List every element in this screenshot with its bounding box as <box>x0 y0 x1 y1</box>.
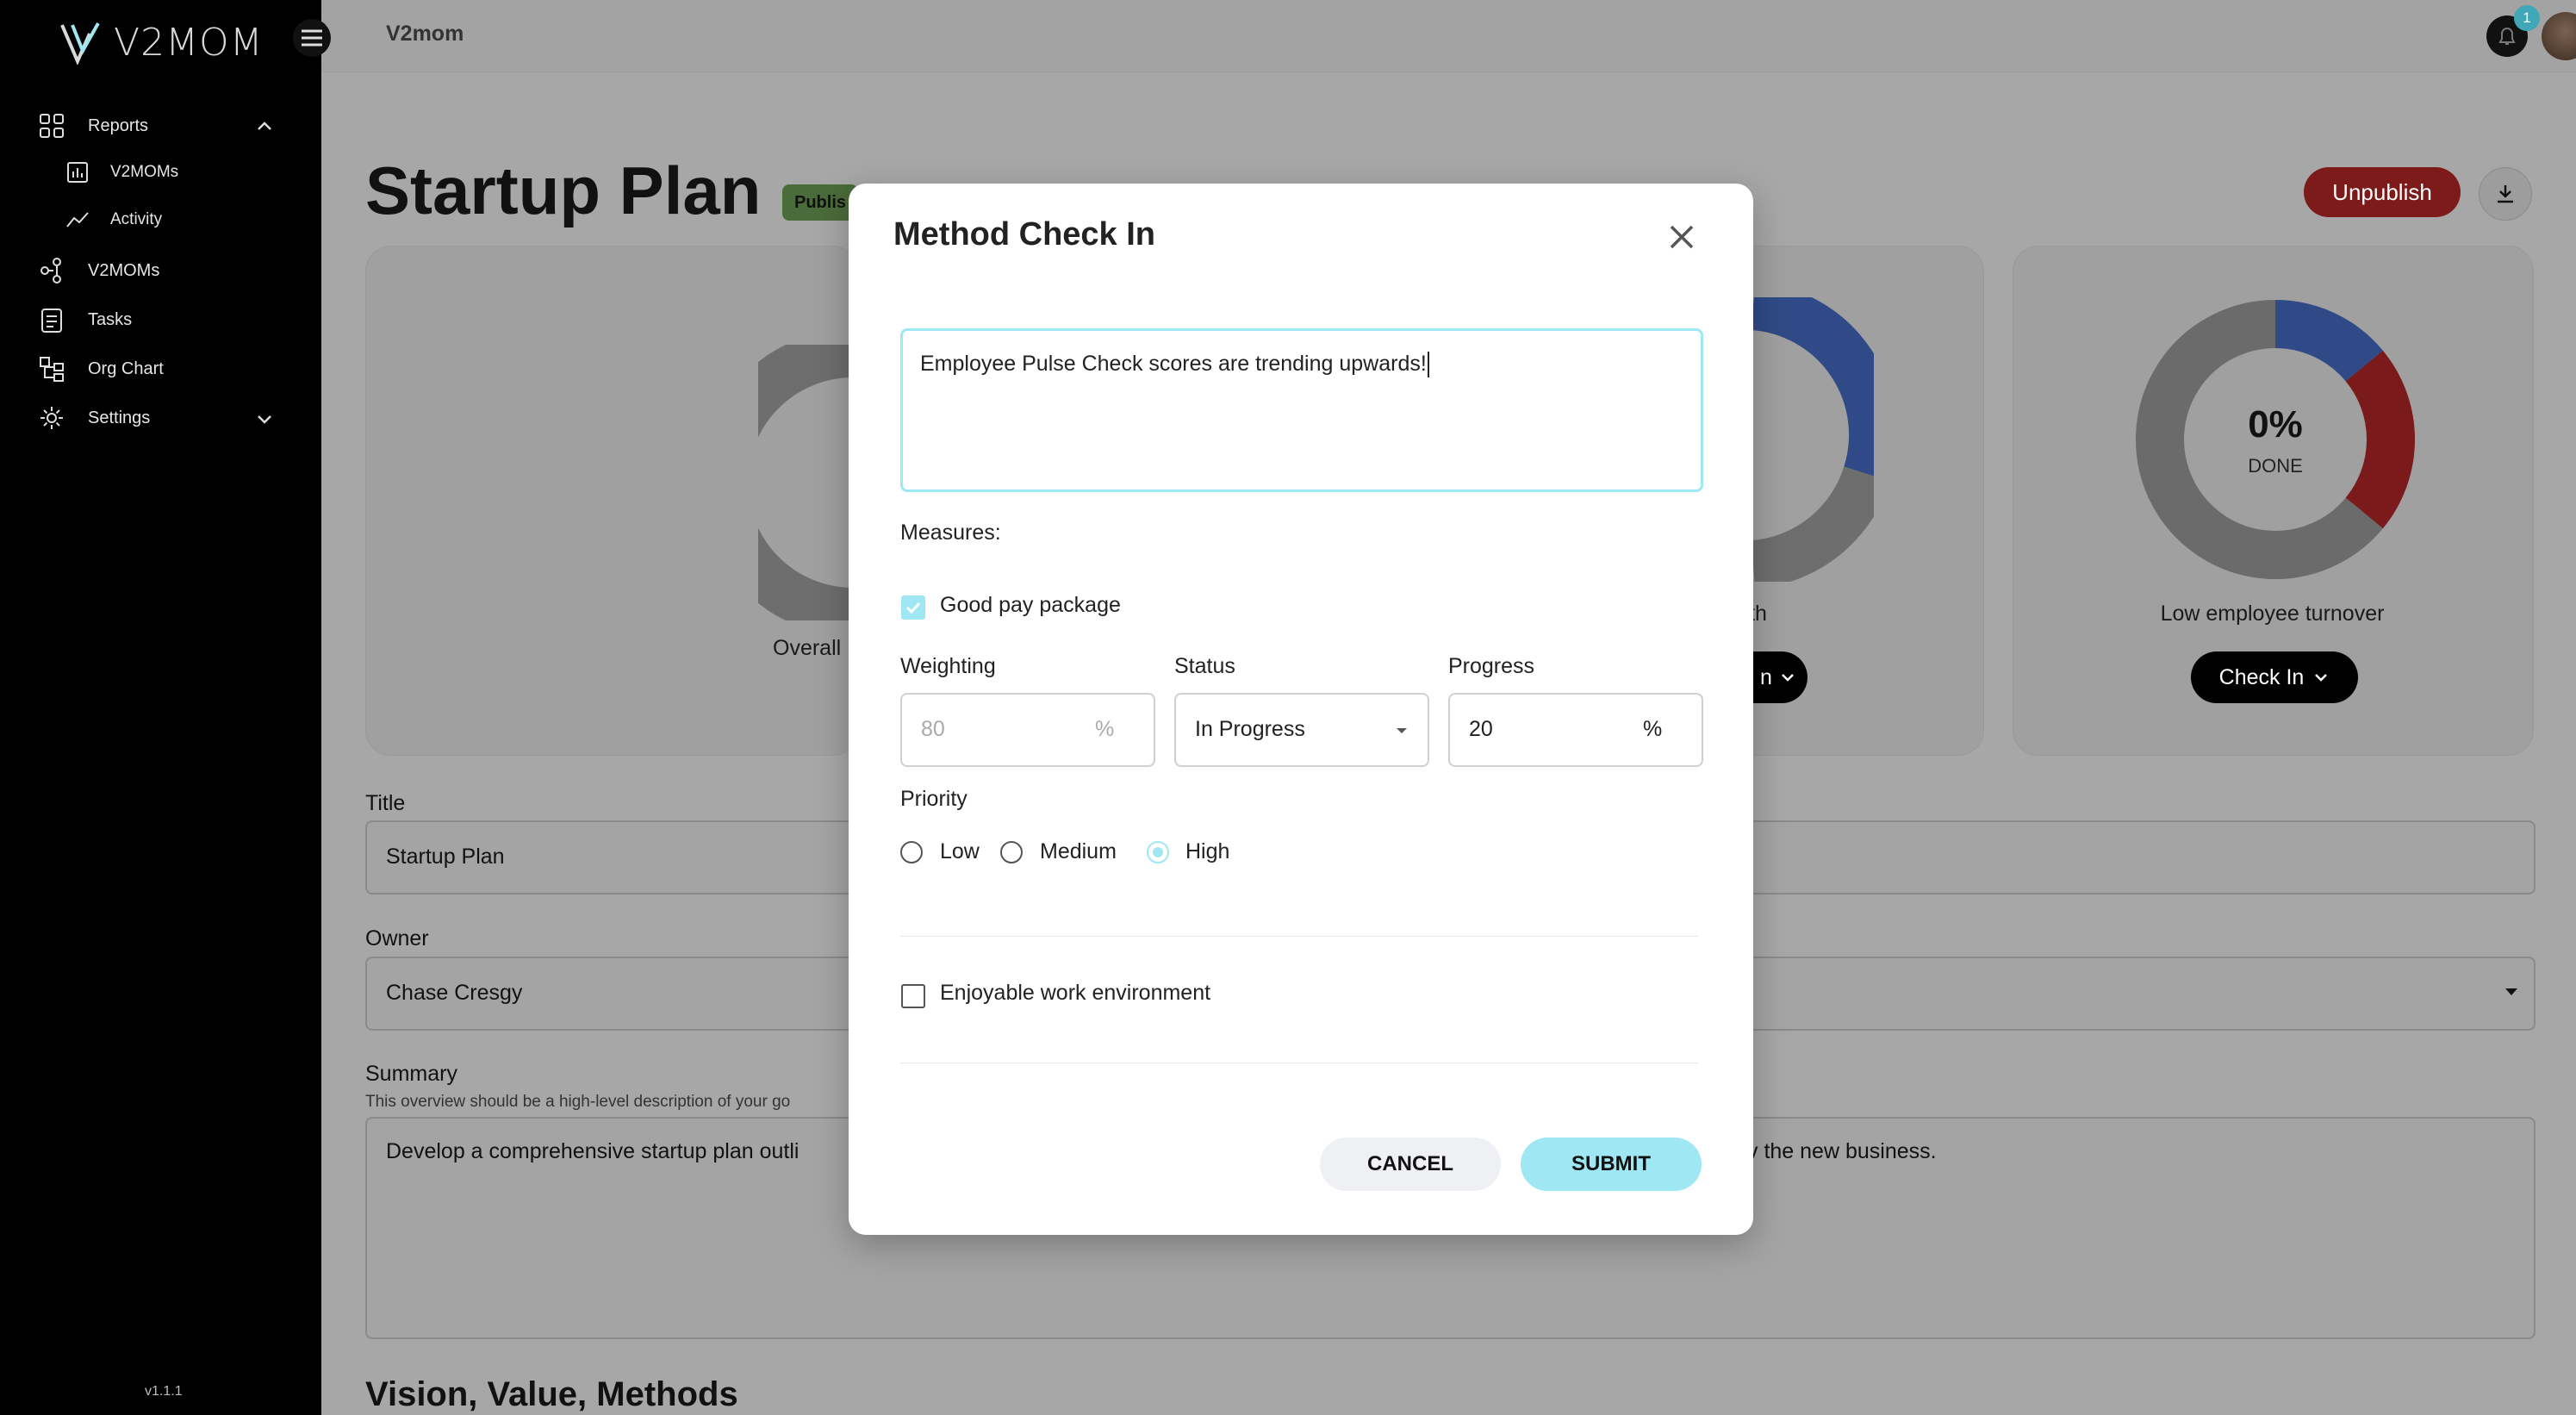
summary-value: Develop a comprehensive startup plan out… <box>386 1139 800 1163</box>
enjoyable-work-environment-checkbox[interactable] <box>901 984 925 1008</box>
divider <box>900 936 1698 937</box>
app-version: v1.1.1 <box>145 1384 183 1399</box>
dropdown-arrow-icon <box>2505 988 2517 995</box>
status-label: Status <box>1174 654 1235 678</box>
check-in-button-growth[interactable]: n <box>1749 651 1808 703</box>
hamburger-icon <box>302 29 322 47</box>
check-in-button-turnover[interactable]: Check In <box>2191 651 2358 703</box>
priority-label: Priority <box>900 787 968 811</box>
check-icon <box>905 602 921 614</box>
good-pay-package-checkbox[interactable] <box>901 595 925 620</box>
weighting-value: 80 <box>921 717 945 741</box>
priority-medium-label: Medium <box>1040 839 1117 863</box>
summary-help-text: This overview should be a high-level des… <box>365 1093 791 1111</box>
priority-low-label: Low <box>940 839 980 863</box>
sidebar-item-settings[interactable]: Settings <box>38 404 150 432</box>
status-select[interactable]: In Progress <box>1174 693 1429 767</box>
gauge-percent: 0% <box>2248 403 2303 446</box>
hamburger-menu-button[interactable] <box>293 19 331 57</box>
org-chart-icon <box>40 357 64 382</box>
logo-icon <box>60 22 100 65</box>
dropdown-arrow-icon <box>1397 728 1407 733</box>
status-value: In Progress <box>1195 717 1305 741</box>
priority-high-radio[interactable] <box>1147 841 1169 863</box>
chevron-down-icon[interactable] <box>255 409 274 428</box>
sidebar-item-label: Activity <box>110 210 163 228</box>
sidebar-item-label: V2MOMs <box>110 163 179 181</box>
owner-label: Owner <box>365 926 429 951</box>
sidebar-item-label: Reports <box>88 115 149 135</box>
gauge-chart-overall <box>758 345 853 620</box>
priority-high-label: High <box>1185 839 1230 863</box>
top-bar <box>321 0 2576 72</box>
summary-value-end: v the new business. <box>1747 1139 1937 1163</box>
message-value: Employee Pulse Check scores are trending… <box>920 352 1427 376</box>
bar-chart-icon <box>67 162 88 183</box>
check-in-message-textarea[interactable]: Employee Pulse Check scores are trending… <box>900 328 1703 492</box>
hierarchy-icon <box>40 258 61 284</box>
priority-medium-radio[interactable] <box>1000 841 1023 863</box>
trend-line-icon <box>66 212 89 228</box>
download-button[interactable] <box>2479 167 2532 221</box>
progress-input[interactable]: 20 % <box>1448 693 1703 767</box>
chevron-up-icon[interactable] <box>255 117 274 136</box>
breadcrumb[interactable]: V2mom <box>386 22 464 47</box>
sidebar-item-label: Org Chart <box>88 358 164 378</box>
page-title: Startup Plan <box>365 153 762 228</box>
logo-text: V2MOM <box>114 21 264 65</box>
modal-title: Method Check In <box>893 216 1156 252</box>
enjoyable-work-environment-label: Enjoyable work environment <box>940 981 1211 1005</box>
chevron-down-icon <box>1782 674 1794 682</box>
title-label: Title <box>365 791 406 815</box>
sidebar-item-tasks[interactable]: Tasks <box>38 306 132 333</box>
grid-icon <box>40 114 64 138</box>
close-icon[interactable] <box>1663 218 1701 256</box>
unpublish-button[interactable]: Unpublish <box>2304 167 2461 217</box>
progress-value: 20 <box>1469 717 1493 741</box>
gauge-chart-growth <box>1753 297 1874 582</box>
progress-label: Progress <box>1448 654 1535 678</box>
check-in-message-text: Employee Pulse Check scores are trending… <box>920 352 1429 378</box>
sidebar-item-label: Settings <box>88 408 151 427</box>
sidebar-item-activity[interactable]: Activity <box>65 208 162 232</box>
check-in-label: Check In <box>2218 664 2305 689</box>
gear-icon <box>40 407 63 429</box>
chevron-down-icon <box>2315 674 2328 682</box>
sidebar: V2MOM Reports V2MOMs Activity V2MOMs Tas… <box>0 0 321 1415</box>
weighting-label: Weighting <box>900 654 996 678</box>
cancel-button[interactable]: CANCEL <box>1320 1138 1501 1191</box>
submit-button[interactable]: SUBMIT <box>1521 1138 1702 1191</box>
gauge-label-turnover: Low employee turnover <box>2160 602 2385 626</box>
weighting-input[interactable]: 80 % <box>900 693 1155 767</box>
sidebar-item-label: V2MOMs <box>88 260 160 280</box>
method-check-in-modal: Method Check In Employee Pulse Check sco… <box>849 184 1753 1235</box>
title-value: Startup Plan <box>386 845 505 869</box>
measures-label: Measures: <box>900 520 1001 545</box>
status-badge: Publis <box>782 184 859 221</box>
progress-unit: % <box>1643 717 1663 741</box>
sidebar-item-v2moms[interactable]: V2MOMs <box>38 257 159 284</box>
check-in-label: n <box>1760 664 1772 689</box>
text-cursor <box>1427 352 1429 378</box>
notification-count-badge: 1 <box>2514 5 2540 31</box>
weighting-unit: % <box>1095 717 1115 741</box>
priority-low-radio[interactable] <box>900 841 923 863</box>
logo[interactable]: V2MOM <box>60 21 264 65</box>
sidebar-item-label: Tasks <box>88 309 133 329</box>
download-icon <box>2498 185 2513 203</box>
summary-label: Summary <box>365 1062 457 1086</box>
sidebar-item-org-chart[interactable]: Org Chart <box>38 355 164 383</box>
section-heading: Vision, Value, Methods <box>365 1375 738 1413</box>
owner-value: Chase Cresgy <box>386 981 523 1005</box>
good-pay-package-label: Good pay package <box>940 593 1121 617</box>
gauge-segment-0 <box>2274 300 2383 383</box>
sidebar-item-reports[interactable]: Reports <box>38 112 148 140</box>
gauge-done-label: DONE <box>2248 455 2303 477</box>
gauge-label-overall: Overall <box>773 636 842 660</box>
clipboard-icon <box>41 309 62 333</box>
sidebar-item-v2moms-report[interactable]: V2MOMs <box>65 160 178 184</box>
